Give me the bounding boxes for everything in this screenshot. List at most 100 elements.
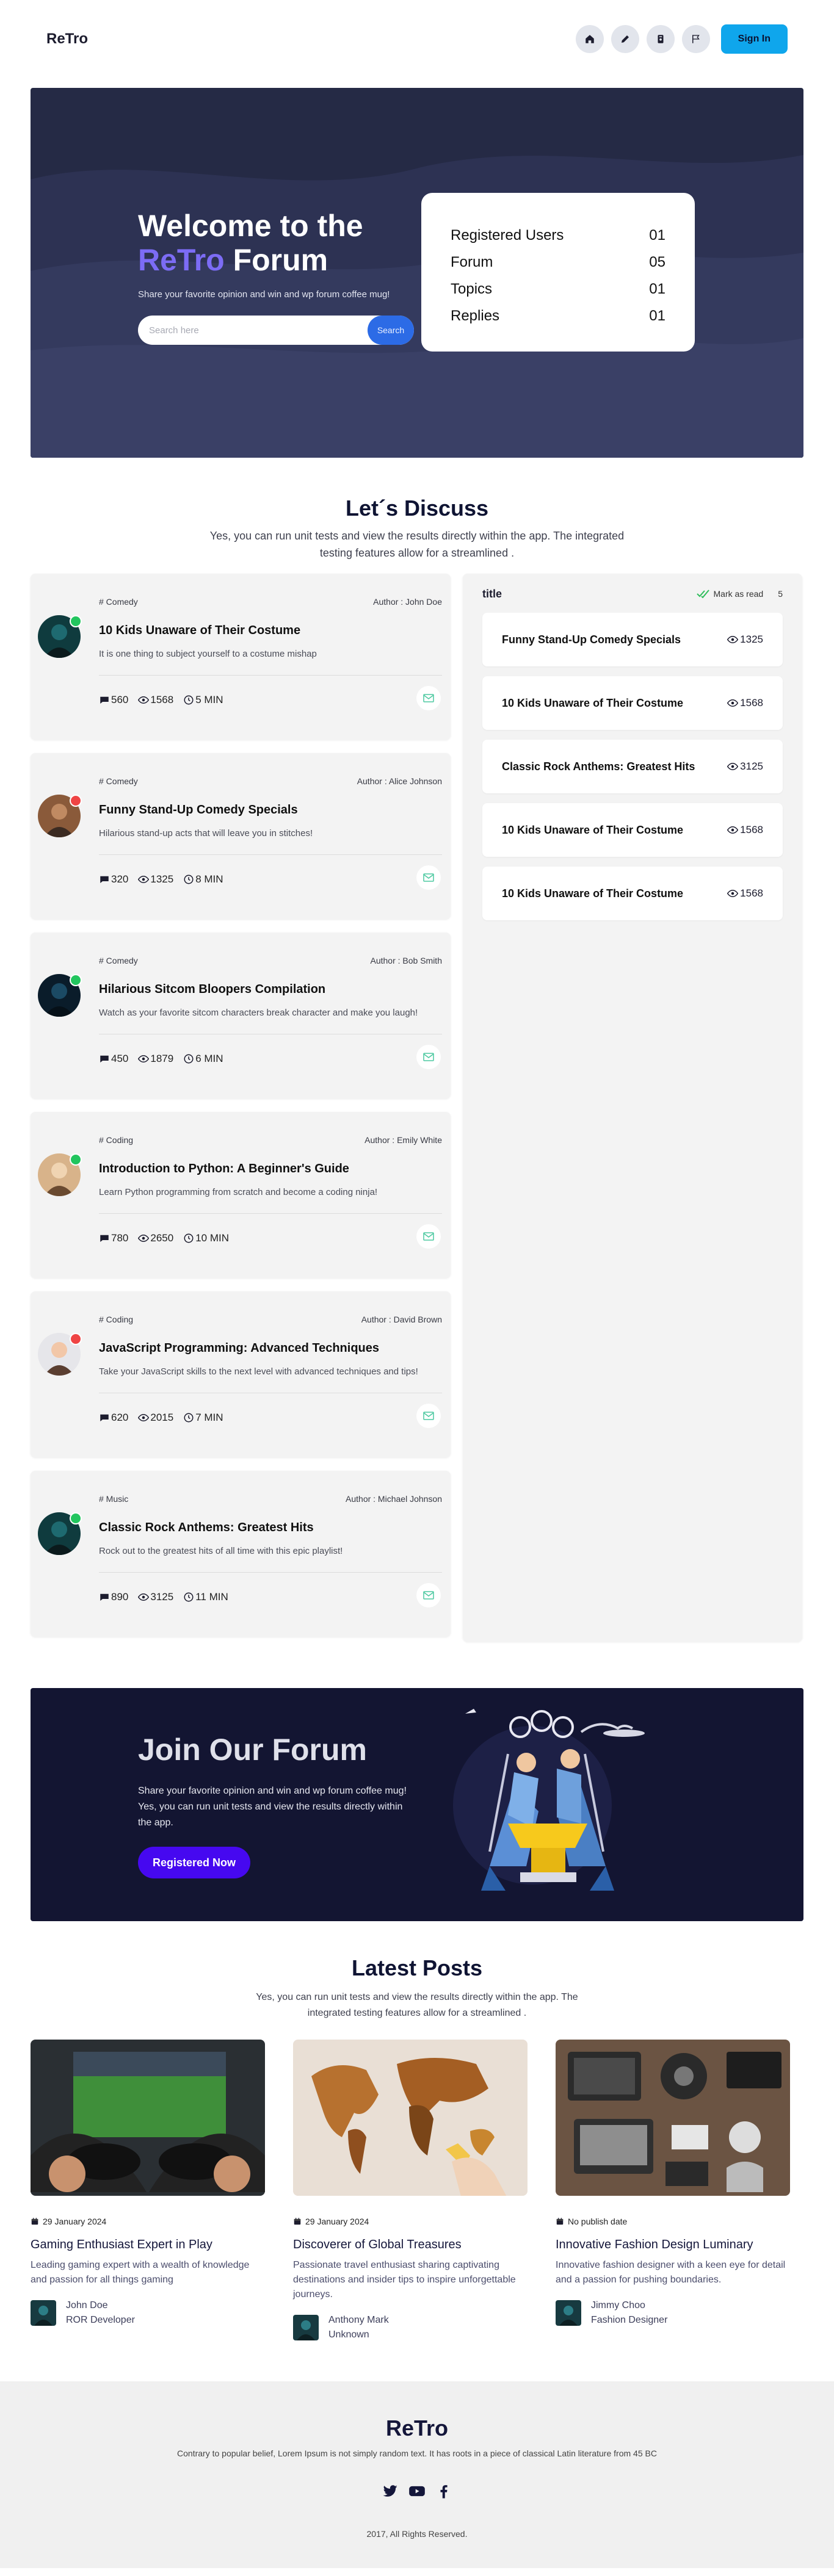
home-icon[interactable] bbox=[575, 25, 604, 53]
discussion-card[interactable]: # Comedy Author : John Doe 10 Kids Unawa… bbox=[31, 574, 451, 740]
card-category[interactable]: # Coding bbox=[99, 1135, 133, 1145]
post-card[interactable]: 29 January 2024 Gaming Enthusiast Expert… bbox=[31, 2040, 265, 2342]
latest-posts-title: Latest Posts bbox=[351, 1955, 483, 1980]
post-title[interactable]: Discoverer of Global Treasures bbox=[293, 2236, 528, 2253]
site-logo[interactable]: ReTro bbox=[46, 31, 88, 48]
mail-icon[interactable] bbox=[416, 686, 441, 710]
twitter-icon[interactable] bbox=[382, 2483, 399, 2500]
card-title[interactable]: Funny Stand-Up Comedy Specials bbox=[99, 803, 451, 817]
mail-icon[interactable] bbox=[416, 1045, 441, 1069]
double-check-icon bbox=[696, 590, 709, 598]
sidebar-item[interactable]: 10 Kids Unaware of Their Costume 1568 bbox=[482, 676, 783, 730]
register-now-button[interactable]: Registered Now bbox=[138, 1847, 250, 1878]
comments-value: 620 bbox=[111, 1412, 129, 1423]
mail-icon[interactable] bbox=[416, 1583, 441, 1607]
card-title[interactable]: JavaScript Programming: Advanced Techniq… bbox=[99, 1341, 451, 1355]
calendar-icon bbox=[31, 2218, 38, 2225]
read-time: 10 MIN bbox=[183, 1232, 229, 1244]
comment-icon bbox=[100, 696, 109, 704]
views-count: 1879 bbox=[138, 1053, 173, 1065]
sidebar-views-value: 1568 bbox=[740, 824, 763, 835]
card-description: Rock out to the greatest hits of all tim… bbox=[99, 1546, 343, 1556]
clock-icon bbox=[184, 1592, 194, 1602]
comments-value: 320 bbox=[111, 873, 129, 885]
sidebar-item[interactable]: Classic Rock Anthems: Greatest Hits 3125 bbox=[482, 740, 783, 793]
sidebar-header: title Mark as read 5 bbox=[482, 574, 783, 613]
comments-count: 450 bbox=[99, 1053, 128, 1065]
views-value: 1568 bbox=[150, 694, 174, 705]
post-image[interactable] bbox=[293, 2040, 528, 2196]
badge-icon[interactable] bbox=[646, 25, 675, 53]
read-time: 6 MIN bbox=[183, 1053, 223, 1065]
post-title[interactable]: Innovative Fashion Design Luminary bbox=[556, 2236, 790, 2253]
mail-icon[interactable] bbox=[416, 865, 441, 890]
calendar-icon bbox=[294, 2218, 301, 2225]
card-title[interactable]: Introduction to Python: A Beginner's Gui… bbox=[99, 1162, 451, 1176]
card-category[interactable]: # Coding bbox=[99, 1315, 133, 1324]
card-category[interactable]: # Comedy bbox=[99, 597, 138, 607]
card-description: Watch as your favorite sitcom characters… bbox=[99, 1008, 418, 1018]
eye-icon bbox=[138, 875, 150, 884]
card-category[interactable]: # Music bbox=[99, 1494, 128, 1504]
sidebar-item[interactable]: 10 Kids Unaware of Their Costume 1568 bbox=[482, 803, 783, 857]
card-author: Author : David Brown bbox=[361, 1315, 442, 1324]
comments-count: 890 bbox=[99, 1591, 128, 1603]
card-header: # Music Author : Michael Johnson bbox=[99, 1471, 451, 1504]
author-role: Unknown bbox=[328, 2329, 369, 2340]
author-info: Anthony Mark Unknown bbox=[328, 2313, 389, 2342]
comments-count: 620 bbox=[99, 1412, 128, 1424]
views-count: 1325 bbox=[138, 873, 173, 886]
card-meta: 780 2650 10 MIN bbox=[99, 1232, 451, 1244]
status-dot bbox=[70, 795, 82, 807]
post-date-value: 29 January 2024 bbox=[305, 2217, 369, 2226]
sidebar-views-value: 1568 bbox=[740, 697, 763, 709]
mail-icon[interactable] bbox=[416, 1224, 441, 1249]
sidebar-item[interactable]: 10 Kids Unaware of Their Costume 1568 bbox=[482, 867, 783, 920]
hero-subtitle: Share your favorite opinion and win and … bbox=[138, 289, 390, 300]
nav-actions: Sign In bbox=[575, 24, 788, 54]
post-title[interactable]: Gaming Enthusiast Expert in Play bbox=[31, 2236, 265, 2253]
discussion-card[interactable]: # Coding Author : Emily White Introducti… bbox=[31, 1112, 451, 1278]
card-category[interactable]: # Comedy bbox=[99, 956, 138, 965]
footer-logo[interactable]: ReTro bbox=[0, 2415, 834, 2441]
top-navbar: ReTro Sign In bbox=[0, 0, 834, 78]
post-card[interactable]: No publish date Innovative Fashion Desig… bbox=[556, 2040, 790, 2342]
post-image[interactable] bbox=[556, 2040, 790, 2196]
discussion-card[interactable]: # Comedy Author : Alice Johnson Funny St… bbox=[31, 753, 451, 919]
discussion-card[interactable]: # Music Author : Michael Johnson Classic… bbox=[31, 1471, 451, 1637]
sidebar-item[interactable]: Funny Stand-Up Comedy Specials 1325 bbox=[482, 613, 783, 666]
pencil-icon[interactable] bbox=[611, 25, 639, 53]
mail-icon[interactable] bbox=[416, 1404, 441, 1428]
facebook-icon[interactable] bbox=[435, 2483, 452, 2500]
card-title[interactable]: Classic Rock Anthems: Greatest Hits bbox=[99, 1521, 451, 1535]
stat-label: Registered Users bbox=[451, 227, 564, 244]
views-value: 2650 bbox=[150, 1232, 174, 1244]
clock-icon bbox=[184, 1054, 194, 1064]
author-role: Fashion Designer bbox=[591, 2315, 668, 2325]
stat-label: Topics bbox=[451, 281, 493, 297]
card-category[interactable]: # Comedy bbox=[99, 776, 138, 786]
status-dot bbox=[70, 615, 82, 627]
stat-label: Forum bbox=[451, 254, 493, 270]
discussion-list: # Comedy Author : John Doe 10 Kids Unawa… bbox=[31, 574, 451, 1642]
search-button[interactable]: Search bbox=[368, 316, 414, 345]
search-input[interactable] bbox=[138, 316, 346, 345]
post-card[interactable]: 29 January 2024 Discoverer of Global Tre… bbox=[293, 2040, 528, 2342]
sign-in-button[interactable]: Sign In bbox=[720, 24, 788, 54]
stat-value: 01 bbox=[649, 227, 665, 244]
join-illustration bbox=[453, 1709, 645, 1891]
eye-icon bbox=[138, 1234, 150, 1243]
comments-value: 450 bbox=[111, 1053, 129, 1064]
card-title[interactable]: Hilarious Sitcom Bloopers Compilation bbox=[99, 983, 451, 997]
eye-icon bbox=[138, 1055, 150, 1063]
clock-icon bbox=[184, 1233, 194, 1243]
discussion-card[interactable]: # Coding Author : David Brown JavaScript… bbox=[31, 1291, 451, 1457]
discussion-card[interactable]: # Comedy Author : Bob Smith Hilarious Si… bbox=[31, 933, 451, 1099]
flag-icon[interactable] bbox=[681, 25, 710, 53]
mark-as-read[interactable]: Mark as read 5 bbox=[696, 589, 783, 599]
youtube-icon[interactable] bbox=[408, 2483, 426, 2500]
comment-icon bbox=[100, 1055, 109, 1063]
post-image[interactable] bbox=[31, 2040, 265, 2196]
card-title[interactable]: 10 Kids Unaware of Their Costume bbox=[99, 624, 451, 638]
card-description: Hilarious stand-up acts that will leave … bbox=[99, 828, 313, 839]
